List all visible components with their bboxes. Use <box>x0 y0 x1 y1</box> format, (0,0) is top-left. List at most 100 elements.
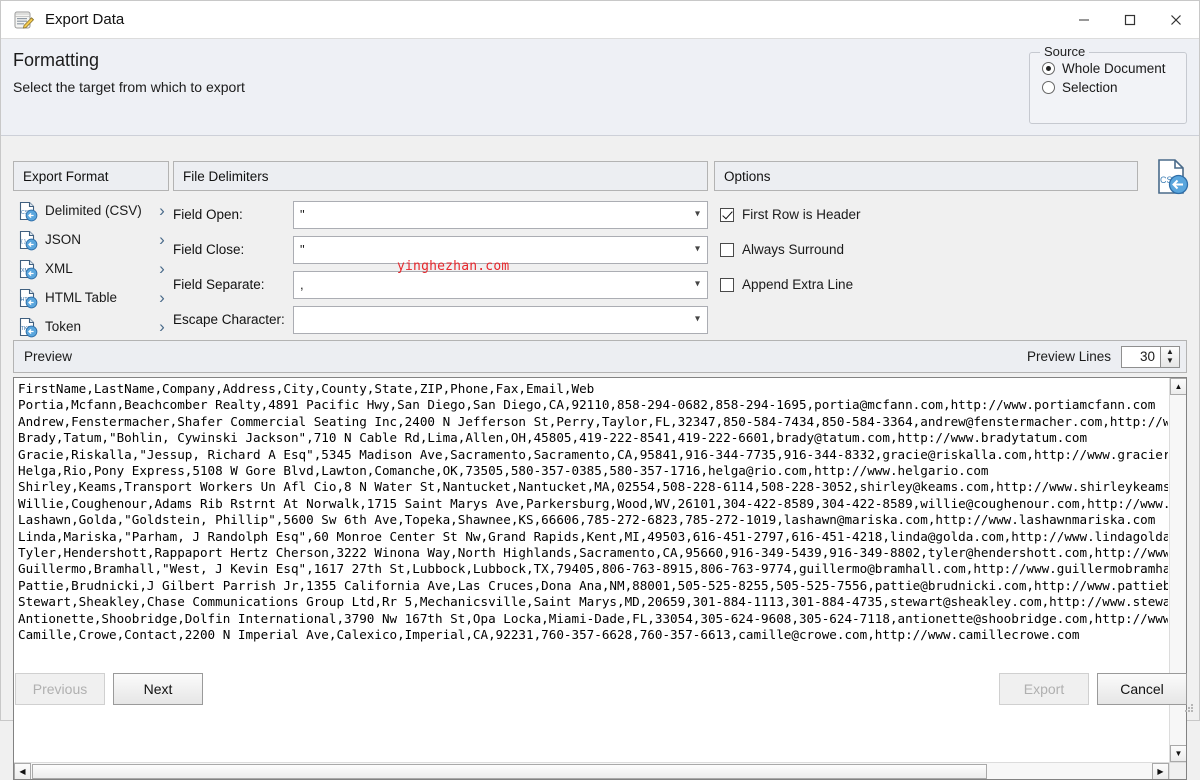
format-item-delimited-csv[interactable]: CSV Delimited (CSV) › <box>13 196 169 225</box>
scroll-up-button[interactable]: ▲ <box>1170 378 1186 395</box>
field-close-label: Field Close: <box>173 242 245 257</box>
maximize-button[interactable] <box>1107 1 1153 39</box>
checkbox-label: Append Extra Line <box>742 277 854 292</box>
xml-file-icon: XML <box>17 258 39 280</box>
field-open-row: Field Open: " ▾ <box>173 197 708 232</box>
radio-selection-label: Selection <box>1062 80 1118 95</box>
chevron-down-icon: ▾ <box>694 312 700 324</box>
field-separate-combobox[interactable]: , ▾ <box>293 270 708 299</box>
field-open-label: Field Open: <box>173 207 243 222</box>
radio-indicator <box>1042 81 1055 94</box>
page-title: Formatting <box>13 50 100 70</box>
export-format-title: Export Format <box>23 168 109 184</box>
json-file-icon: { } <box>17 229 39 251</box>
source-legend: Source <box>1040 44 1090 59</box>
format-item-json[interactable]: { } JSON › <box>13 225 169 254</box>
checkbox-append-extra-line[interactable]: Append Extra Line <box>714 267 1138 302</box>
chevron-down-icon: ▾ <box>694 277 700 289</box>
scroll-right-button[interactable]: ▶ <box>1152 763 1169 779</box>
export-format-panel: Export Format CSV Delimited (CSV) <box>13 161 169 341</box>
export-format-list: CSV Delimited (CSV) › { } <box>13 196 169 341</box>
field-close-row: Field Close: " ▾ <box>173 232 708 267</box>
scroll-left-button[interactable]: ◀ <box>14 763 31 779</box>
escape-character-row: Escape Character: ▾ <box>173 302 708 337</box>
source-group: Source Whole Document Selection <box>1029 44 1187 124</box>
chevron-right-icon: › <box>159 259 165 278</box>
cancel-button[interactable]: Cancel <box>1097 673 1187 705</box>
html-file-icon: HTM <box>17 287 39 309</box>
field-separate-label: Field Separate: <box>173 277 265 292</box>
csv-file-icon: CSV <box>17 200 39 222</box>
format-item-token[interactable]: TKN Token › <box>13 312 169 341</box>
preview-horizontal-scrollbar[interactable]: ◀ ▶ <box>14 762 1169 779</box>
header-band: Formatting Select the target from which … <box>1 39 1199 136</box>
chevron-down-icon: ▾ <box>694 207 700 219</box>
format-item-label: HTML Table <box>45 290 118 305</box>
dialog-body: Export Format CSV Delimited (CSV) <box>1 137 1199 780</box>
chevron-right-icon: › <box>159 288 165 307</box>
svg-text:{ }: { } <box>21 239 26 245</box>
field-close-combobox[interactable]: " ▾ <box>293 235 708 264</box>
field-close-value: " <box>300 242 305 257</box>
format-item-label: Token <box>45 319 82 334</box>
chevron-right-icon: › <box>159 317 165 336</box>
file-delimiters-header: File Delimiters <box>173 161 708 191</box>
radio-selection[interactable]: Selection <box>1042 80 1186 95</box>
next-button[interactable]: Next <box>113 673 203 705</box>
checkbox-indicator <box>720 207 734 222</box>
scroll-down-button[interactable]: ▼ <box>1170 745 1186 762</box>
escape-character-label: Escape Character: <box>173 312 285 327</box>
export-data-dialog: Export Data Formatting Select the target… <box>0 0 1200 780</box>
format-item-label: Delimited (CSV) <box>45 203 142 218</box>
file-delimiters-title: File Delimiters <box>183 168 269 184</box>
horizontal-scroll-thumb[interactable] <box>32 764 987 779</box>
previous-button[interactable]: Previous <box>15 673 105 705</box>
format-item-xml[interactable]: XML XML › <box>13 254 169 283</box>
options-title: Options <box>724 168 771 184</box>
token-file-icon: TKN <box>17 316 39 338</box>
checkbox-always-surround[interactable]: Always Surround <box>714 232 1138 267</box>
field-separate-value: , <box>300 277 304 292</box>
window-controls <box>1061 1 1199 39</box>
field-open-combobox[interactable]: " ▾ <box>293 200 708 229</box>
options-header: Options <box>714 161 1138 191</box>
radio-whole-document[interactable]: Whole Document <box>1042 61 1186 76</box>
checkbox-indicator <box>720 277 734 292</box>
checkbox-first-row-is-header[interactable]: First Row is Header <box>714 197 1138 232</box>
radio-indicator <box>1042 62 1055 75</box>
format-item-html-table[interactable]: HTM HTML Table › <box>13 283 169 312</box>
preview-header: Preview Preview Lines 30 ▲ ▼ <box>13 340 1187 373</box>
export-button[interactable]: Export <box>999 673 1089 705</box>
options-panel: Options First Row is Header Always Surro… <box>714 161 1138 302</box>
file-delimiters-panel: File Delimiters Field Open: " ▾ Field Cl… <box>173 161 708 337</box>
radio-whole-document-label: Whole Document <box>1062 61 1166 76</box>
preview-pane: FirstName,LastName,Company,Address,City,… <box>13 377 1187 780</box>
field-open-value: " <box>300 207 305 222</box>
escape-character-combobox[interactable]: ▾ <box>293 305 708 334</box>
scrollbar-corner <box>1169 762 1186 779</box>
close-button[interactable] <box>1153 1 1199 39</box>
minimize-button[interactable] <box>1061 1 1107 39</box>
resize-grip-icon[interactable] <box>1183 702 1195 717</box>
chevron-right-icon: › <box>159 230 165 249</box>
preview-lines-label: Preview Lines <box>1026 349 1111 364</box>
format-item-label: JSON <box>45 232 82 247</box>
page-subtitle: Select the target from which to export <box>13 79 245 95</box>
export-format-header: Export Format <box>13 161 169 191</box>
chevron-right-icon: › <box>159 201 165 220</box>
spinner-down-icon[interactable]: ▼ <box>1166 356 1174 366</box>
spinner-buttons[interactable]: ▲ ▼ <box>1161 345 1180 368</box>
file-delimiters-rows: Field Open: " ▾ Field Close: " ▾ Field S… <box>173 197 708 337</box>
options-rows: First Row is Header Always Surround Appe… <box>714 197 1138 302</box>
window-title: Export Data <box>45 11 125 28</box>
checkbox-label: Always Surround <box>742 242 845 257</box>
csv-import-icon: CSV <box>1151 157 1191 197</box>
preview-title: Preview <box>24 349 73 364</box>
preview-lines-spinner[interactable]: 30 ▲ ▼ <box>1121 345 1180 368</box>
preview-lines-input[interactable]: 30 <box>1121 345 1161 368</box>
chevron-down-icon: ▾ <box>694 242 700 254</box>
field-separate-row: Field Separate: , ▾ <box>173 267 708 302</box>
checkbox-label: First Row is Header <box>742 207 861 222</box>
title-bar: Export Data <box>1 1 1199 39</box>
checkbox-indicator <box>720 242 734 257</box>
